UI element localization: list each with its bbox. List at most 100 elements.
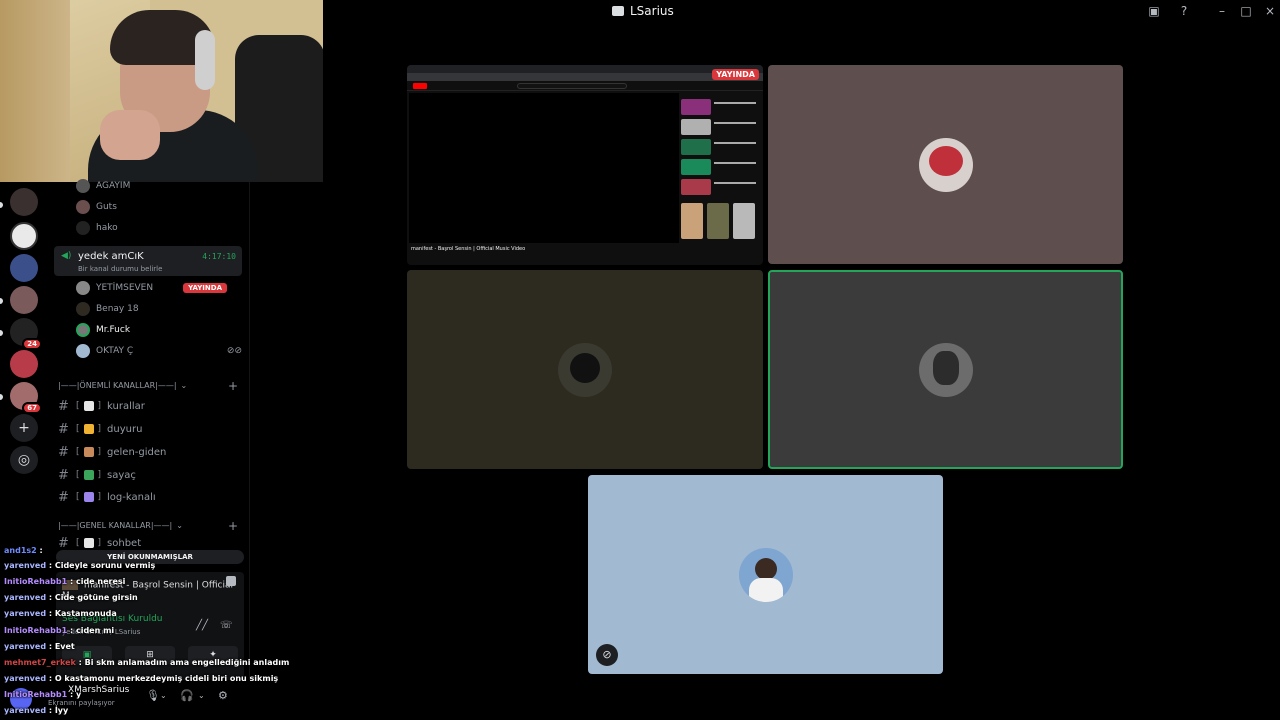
video-thumbnail [681,99,711,115]
participant-tile[interactable] [407,270,763,469]
webcam-door [0,0,70,182]
voice-user[interactable]: OKTAY Ç ⊘⊘ [76,341,242,361]
voice-channel-yedek[interactable]: ◀) yedek amCıK 4:17:10 Bir kanal durumu … [54,246,242,276]
server-icon[interactable]: 67 [10,382,42,414]
maximize-icon[interactable]: □ [1238,3,1254,19]
server-icon[interactable] [10,254,38,282]
chat-username: yarenved [4,642,47,651]
participant-tile[interactable] [768,65,1123,264]
chat-username: InitioRehabb1 [4,577,68,586]
voice-user[interactable]: AGAYIM [76,176,130,196]
live-badge: YAYINDA [712,69,759,80]
minimize-icon[interactable]: – [1214,3,1230,19]
text-channel-icon: # [58,444,69,460]
add-channel-icon[interactable]: + [228,379,238,393]
voice-user[interactable]: YETİMSEVEN YAYINDA [76,278,246,298]
add-server-icon[interactable]: + [10,414,38,442]
voice-channel-status[interactable]: Bir kanal durumu belirle [78,265,162,273]
server-icon-sarius[interactable] [10,222,38,250]
voice-user-name: Mr.Fuck [96,325,131,335]
avatar [76,281,90,295]
chat-text: Kastamonuda [54,609,117,618]
chat-username: yarenved [4,593,47,602]
unread-pill [0,330,3,336]
headphones [195,30,215,90]
youtube-logo-icon [413,83,427,89]
video-thumbnail [681,179,711,195]
text-channel-icon: # [58,398,69,414]
chevron-down-icon: ⌄ [176,521,183,530]
server-icon[interactable] [10,188,38,216]
participant-tile[interactable]: ⊘ [588,475,943,674]
avatar [76,302,90,316]
channel-sayac[interactable]: # [] sayaç [58,465,136,485]
chat-username: mehmet7_erkek [4,658,76,667]
avatar [76,323,90,337]
chat-message: InitioRehabb1 : ciden mi [4,626,115,635]
window-title-text: LSarius [630,4,674,18]
channel-duyuru[interactable]: # [] duyuru [58,419,142,439]
live-badge: YAYINDA [183,283,227,293]
window-title: LSarius [612,3,674,19]
chat-text: y [75,690,82,699]
webcam-person-hand [100,110,160,160]
participant-tile-speaking[interactable] [768,270,1123,469]
category-important[interactable]: |——|ÖNEMLİ KANALLAR|——| ⌄ + [58,379,244,395]
voice-user[interactable]: Benay 18 [76,299,139,319]
video-thumbnail [681,203,703,239]
server-icon [612,6,624,16]
avatar-art [749,578,783,602]
channel-name: gelen-giden [107,446,167,458]
unread-pill [0,202,3,208]
video-player [409,93,679,243]
avatar [76,344,90,358]
server-icon[interactable] [10,350,38,378]
close-icon[interactable]: × [1262,3,1278,19]
avatar [919,343,973,397]
mute-deafen-icon: ⊘⊘ [226,346,242,356]
category-general[interactable]: |——|GENEL KANALLAR|——| ⌄ + [58,519,244,535]
inbox-icon[interactable]: ▣ [1146,3,1162,19]
avatar-art [933,351,959,385]
channel-log-kanali[interactable]: # [] log-kanalı [58,487,156,507]
add-channel-icon[interactable]: + [228,519,238,533]
chat-text: Bi skm anlamadım ama engellediğini anlad… [84,658,290,667]
channel-name: log-kanalı [107,491,156,503]
help-icon[interactable]: ? [1176,3,1192,19]
browser-tabs [407,65,763,73]
avatar [76,179,90,193]
text-channel-icon: # [58,489,69,505]
chat-message: mehmet7_erkek : Bi skm anlamadım ama eng… [4,658,290,667]
avatar-art [755,558,777,580]
video-thumbnail [681,139,711,155]
chat-username: InitioRehabb1 [4,626,68,635]
youtube-search-bar [517,83,627,89]
camera-off-icon: ⊘ [596,644,618,666]
voice-user[interactable]: hako [76,218,118,238]
chat-message: InitioRehabb1 : y [4,690,82,699]
server-icon[interactable] [10,286,38,314]
text-channel-icon: # [58,467,69,483]
screen-share-tile[interactable]: manifest - Başrol Sensin | Official Musi… [407,65,763,265]
voice-user-speaking[interactable]: Mr.Fuck [76,320,130,340]
chat-message: yarenved : Evet [4,642,75,651]
chat-message: yarenved : O kastamonu merkezdeymiş cide… [4,674,279,683]
discover-icon[interactable]: ◎ [10,446,38,474]
chat-text: O kastamonu merkezdeymiş cideli biri onu… [54,674,279,683]
chat-text: Cideyle sorunu vermiş [54,561,156,570]
avatar [76,221,90,235]
chat-text: Evet [54,642,75,651]
text-channel-icon: # [58,421,69,437]
disk-emoji-icon [83,492,94,502]
chat-username: yarenved [4,609,47,618]
channel-gelen-giden[interactable]: # [] gelen-giden [58,442,166,462]
voice-channel-name: yedek amCıK [78,251,144,262]
channel-kurallar[interactable]: # [] kurallar [58,396,145,416]
video-thumbnail [707,203,729,239]
chat-username: and1s2 [4,546,37,555]
server-icon[interactable]: 24 [10,318,42,350]
chat-message: and1s2 : [4,546,43,555]
voice-user[interactable]: Guts [76,197,117,217]
stream-chat-overlay: and1s2 : yarenved : Cideyle sorunu vermi… [4,546,289,720]
video-thumbnail [681,119,711,135]
